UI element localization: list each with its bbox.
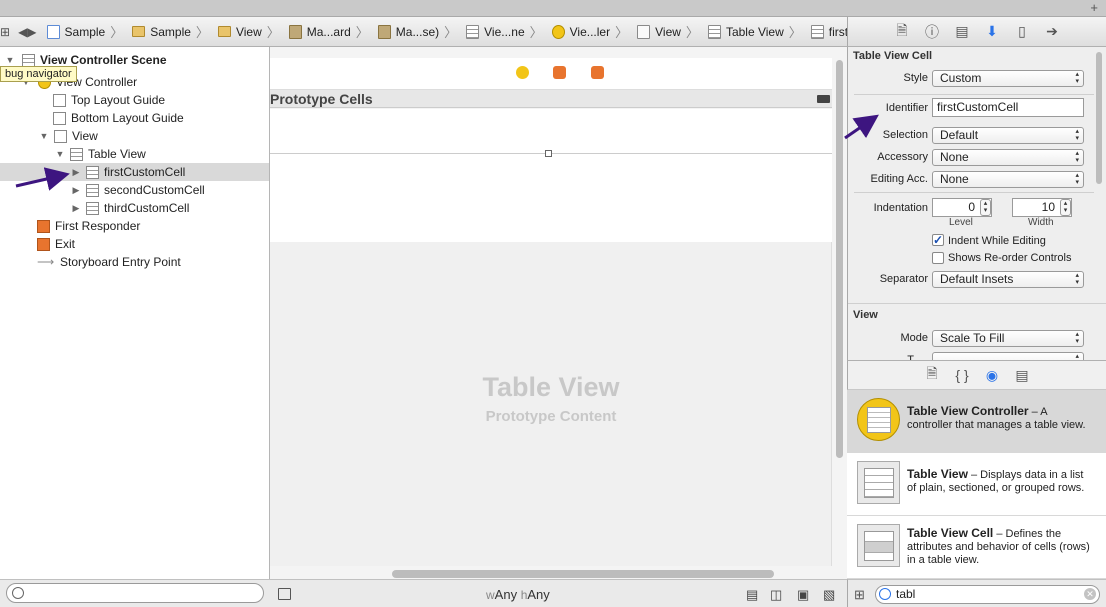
- annotation-layer: [15, 114, 879, 191]
- annotation-arrow-cell: [15, 167, 70, 191]
- annotation-arrow-identifier: [844, 114, 879, 140]
